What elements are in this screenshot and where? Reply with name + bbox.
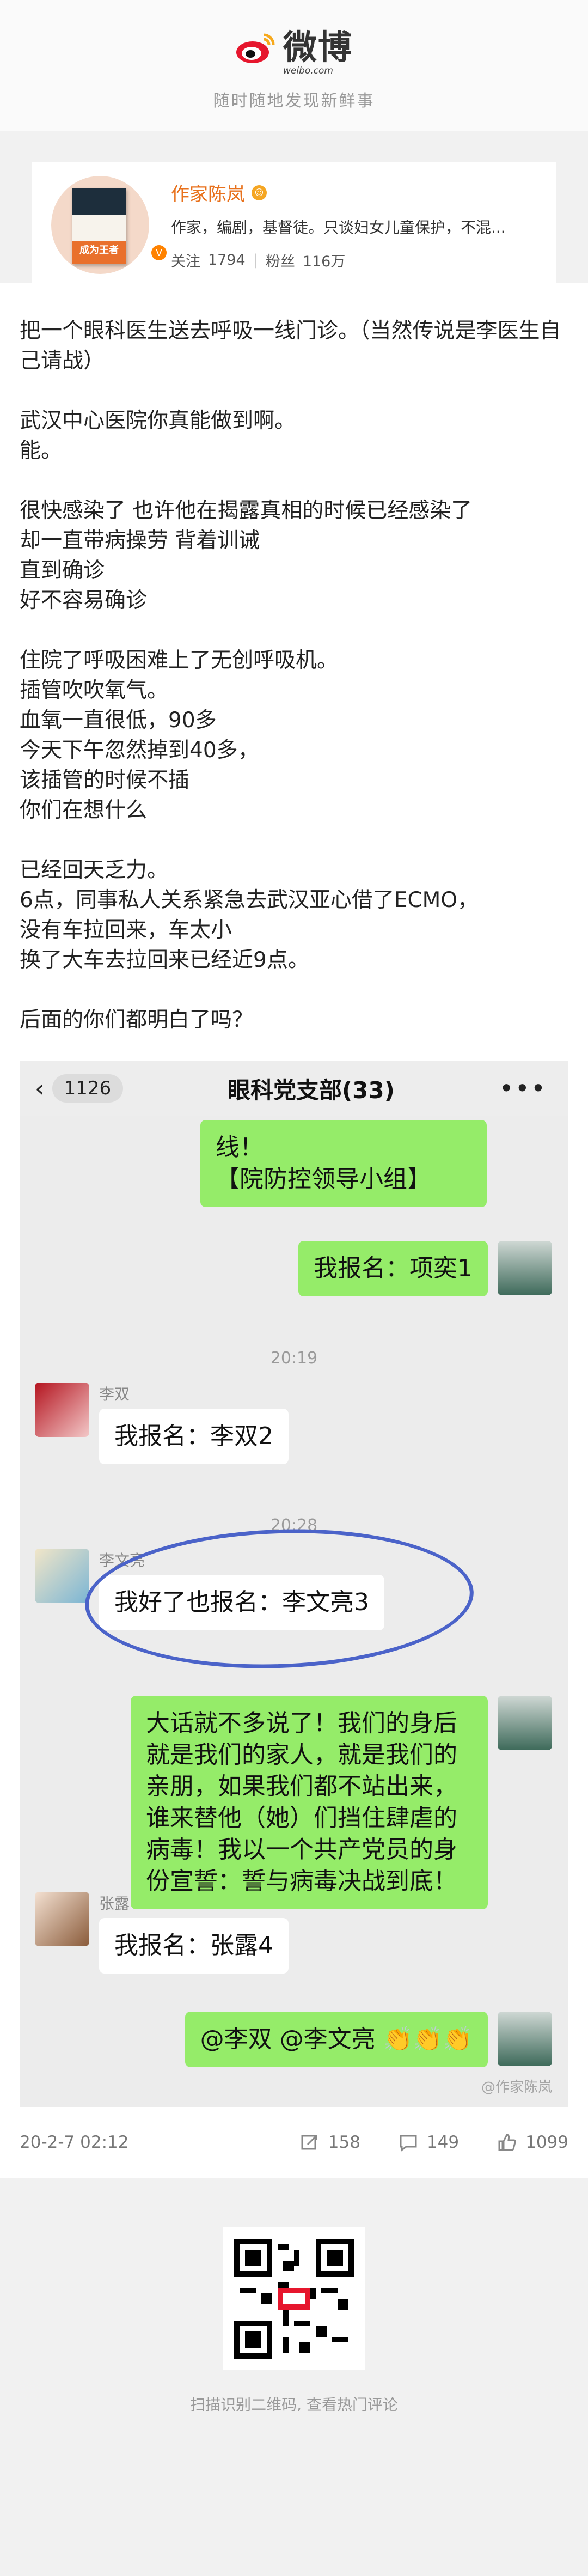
watermark: @作家陈岚 bbox=[481, 2079, 552, 2096]
message-bubble: 大话就不多说了！我们的身后就是我们的家人，就是我们的亲朋，如果我们都不站出来，谁… bbox=[131, 1696, 488, 1909]
brand-name: 微博 bbox=[283, 27, 353, 67]
slogan: 随时随地发现新鲜事 bbox=[213, 92, 375, 111]
like-button[interactable]: 1099 bbox=[497, 2133, 568, 2152]
like-count: 1099 bbox=[525, 2133, 568, 2152]
chat-message: 大话就不多说了！我们的身后就是我们的家人，就是我们的亲朋，如果我们都不站出来，谁… bbox=[131, 1696, 552, 1909]
post-paragraph: 已经回天乏力。 6点，同事私人关系紧急去武汉亚心借了ECMO， 没有车拉回来，车… bbox=[20, 858, 479, 972]
repost-count: 158 bbox=[328, 2133, 360, 2152]
chat-titlebar: ‹ 1126 眼科党支部(33) ••• bbox=[20, 1061, 568, 1116]
thumbs-up-icon bbox=[498, 2134, 516, 2151]
profile-card[interactable]: 成为王者 作家陈岚 ☺ 作家，编剧，基督徒。只谈妇女儿童保护，不混... 关注 … bbox=[32, 162, 556, 288]
post-paragraph: 武汉中心医院你真能做到啊。 能。 bbox=[20, 409, 296, 463]
divider: | bbox=[253, 252, 258, 269]
repost-icon bbox=[301, 2135, 317, 2150]
unread-count: 1126 bbox=[52, 1074, 124, 1103]
avatar bbox=[498, 1241, 552, 1295]
book-cover-label: 成为王者 bbox=[79, 245, 119, 256]
qr-code[interactable] bbox=[223, 2227, 365, 2370]
chat-message: @李双 @李文亮 👏👏👏 bbox=[185, 2012, 552, 2067]
avatar bbox=[35, 1549, 89, 1603]
avatar[interactable]: 成为王者 bbox=[51, 176, 149, 274]
post-paragraph: 很快感染了 也许他在揭露真相的时候已经感染了 却一直带病操劳 背着训诫 直到确诊… bbox=[20, 498, 473, 613]
following-count: 1794 bbox=[208, 252, 246, 269]
post-paragraph: 把一个眼科医生送去呼吸一线门诊。（当然传说是李医生自己请战） bbox=[20, 319, 561, 373]
vip-crown-icon: ☺ bbox=[252, 185, 267, 200]
repost-button[interactable]: 158 bbox=[300, 2133, 360, 2152]
message-bubble: 我报名：李双2 bbox=[99, 1409, 289, 1464]
comment-icon bbox=[400, 2135, 417, 2152]
followers-count: 116万 bbox=[302, 253, 346, 270]
comment-button[interactable]: 149 bbox=[399, 2133, 459, 2152]
chat-timestamp: 20:19 bbox=[270, 1349, 318, 1368]
chat-message: 我报名：项奕1 bbox=[298, 1241, 552, 1296]
chat-message: 张露 我报名：张露4 bbox=[35, 1892, 289, 1974]
site-header: 微博 weibo.com 随时随地发现新鲜事 bbox=[0, 0, 588, 131]
chat-message: 李双 我报名：李双2 bbox=[35, 1383, 289, 1464]
post-paragraph: 后面的你们都明白了吗？ bbox=[20, 1008, 254, 1032]
back-button: ‹ 1126 bbox=[35, 1074, 124, 1103]
verified-badge-icon: V bbox=[151, 245, 167, 260]
avatar bbox=[35, 1383, 89, 1437]
post-date: 20-2-7 02:12 bbox=[20, 2133, 129, 2152]
post-body: 把一个眼科医生送去呼吸一线门诊。（当然传说是李医生自己请战） 武汉中心医院你真能… bbox=[0, 283, 588, 2107]
message-bubble: 我报名：项奕1 bbox=[298, 1241, 488, 1296]
post-footer: 20-2-7 02:12 158 149 1099 bbox=[0, 2107, 588, 2178]
followers-label: 粉丝 bbox=[265, 253, 295, 270]
more-icon: ••• bbox=[499, 1074, 547, 1103]
chat-message: 线！ 【院防控领导小组】 bbox=[200, 1120, 487, 1207]
weibo-eye-icon bbox=[236, 33, 275, 63]
highlight-circle bbox=[82, 1523, 476, 1675]
message-bubble: @李双 @李文亮 👏👏👏 bbox=[185, 2012, 488, 2067]
book-cover-image: 成为王者 bbox=[72, 188, 126, 264]
qr-code-image bbox=[234, 2239, 354, 2359]
qr-caption: 扫描识别二维码, 查看热门评论 bbox=[190, 2396, 398, 2414]
avatar bbox=[35, 1892, 89, 1946]
comment-count: 149 bbox=[426, 2133, 460, 2152]
message-bubble: 线！ 【院防控领导小组】 bbox=[200, 1120, 487, 1207]
sender-name: 张露 bbox=[99, 1895, 130, 1913]
chat-screenshot[interactable]: ‹ 1126 眼科党支部(33) ••• 线！ 【院防控领导小组】 我报名：项奕… bbox=[20, 1061, 568, 2107]
qr-section: 扫描识别二维码, 查看热门评论 bbox=[0, 2178, 588, 2519]
message-bubble: 我报名：张露4 bbox=[99, 1918, 289, 1974]
avatar bbox=[498, 1696, 552, 1750]
author-name[interactable]: 作家陈岚 bbox=[171, 179, 245, 206]
author-bio: 作家，编剧，基督徒。只谈妇女儿童保护，不混... bbox=[171, 218, 506, 236]
avatar bbox=[498, 2012, 552, 2066]
post-paragraph: 住院了呼吸困难上了无创呼吸机。 插管吹吹氧气。 血氧一直很低，90多 今天下午忽… bbox=[20, 648, 339, 823]
sender-name: 李双 bbox=[99, 1385, 130, 1403]
chevron-left-icon: ‹ bbox=[35, 1074, 45, 1103]
author-stats: 关注 1794 | 粉丝 116万 bbox=[171, 249, 537, 271]
weibo-logo[interactable]: 微博 weibo.com bbox=[235, 20, 353, 76]
following-label: 关注 bbox=[171, 253, 200, 270]
chat-title: 眼科党支部(33) bbox=[227, 1076, 395, 1104]
